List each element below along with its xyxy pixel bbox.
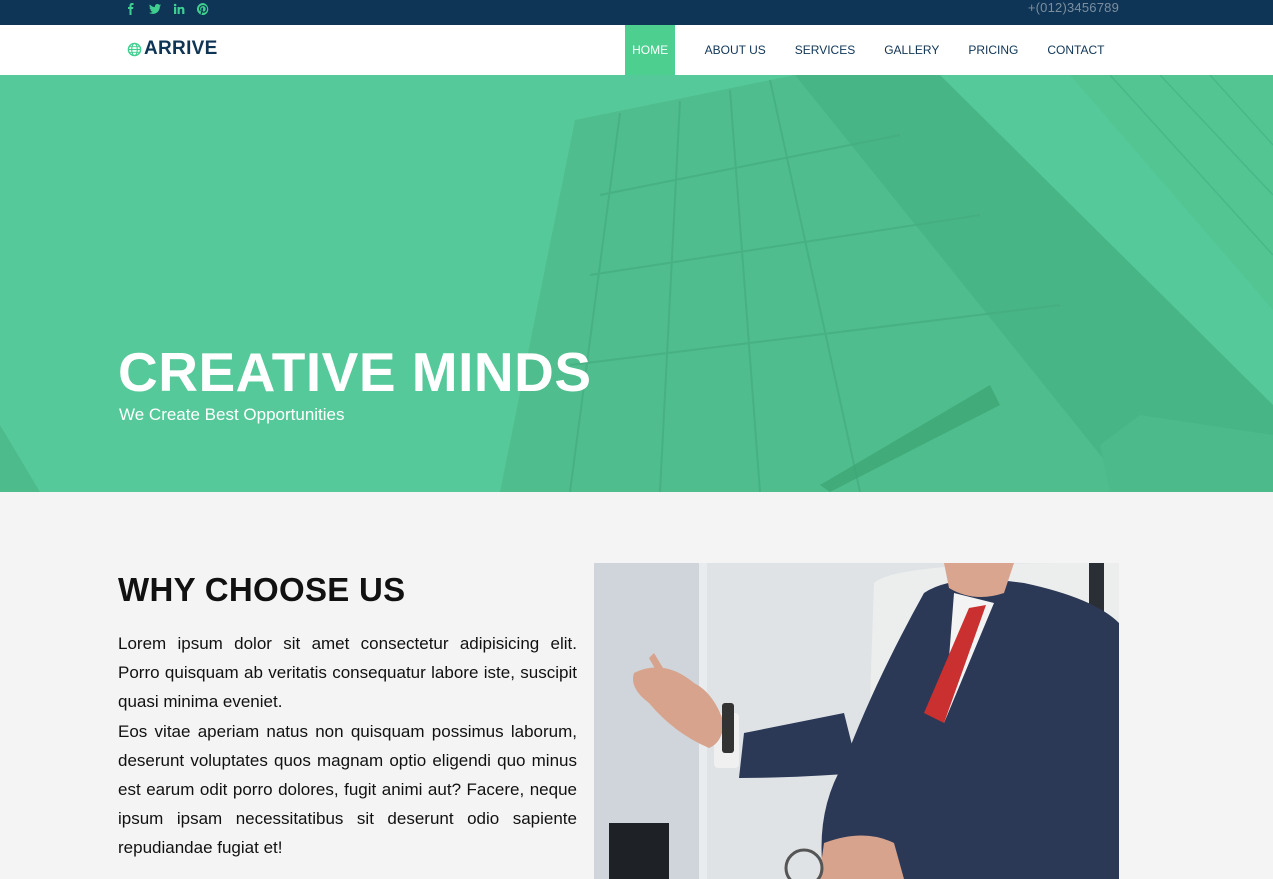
navbar: ARRIVE HOME ABOUT US SERVICES GALLERY PR… [0,25,1273,75]
section-title: WHY CHOOSE US [118,571,406,608]
businessman-photo [594,563,1119,879]
social-links [125,2,209,17]
hero-subtitle: We Create Best Opportunities [119,405,345,424]
section-body: Lorem ipsum dolor sit amet consectetur a… [118,629,577,863]
hero-banner: CREATIVE MINDS We Create Best Opportunit… [0,75,1273,492]
nav-home[interactable]: HOME [625,25,676,75]
nav-services[interactable]: SERVICES [780,25,869,75]
nav-pricing[interactable]: PRICING [954,25,1033,75]
facebook-icon[interactable] [125,3,137,17]
paragraph: Lorem ipsum dolor sit amet consectetur a… [118,634,577,712]
globe-icon [127,42,142,56]
linkedin-icon[interactable] [173,3,185,17]
brand-logo[interactable]: ARRIVE [127,38,218,60]
brand-name: ARRIVE [144,38,218,59]
top-bar: +(012)3456789 [0,0,1273,25]
hero-background-image [0,75,1273,492]
pinterest-icon[interactable] [196,2,209,17]
phone-number: +(012)3456789 [1027,0,1119,15]
twitter-icon[interactable] [149,3,161,17]
main-nav: HOME ABOUT US SERVICES GALLERY PRICING C… [625,25,1119,75]
paragraph: Eos vitae aperiam natus non quisquam pos… [118,721,577,858]
nav-gallery[interactable]: GALLERY [870,25,954,75]
hero-title: CREATIVE MINDS [118,341,592,403]
nav-contact[interactable]: CONTACT [1033,25,1119,75]
nav-about-us[interactable]: ABOUT US [690,25,780,75]
